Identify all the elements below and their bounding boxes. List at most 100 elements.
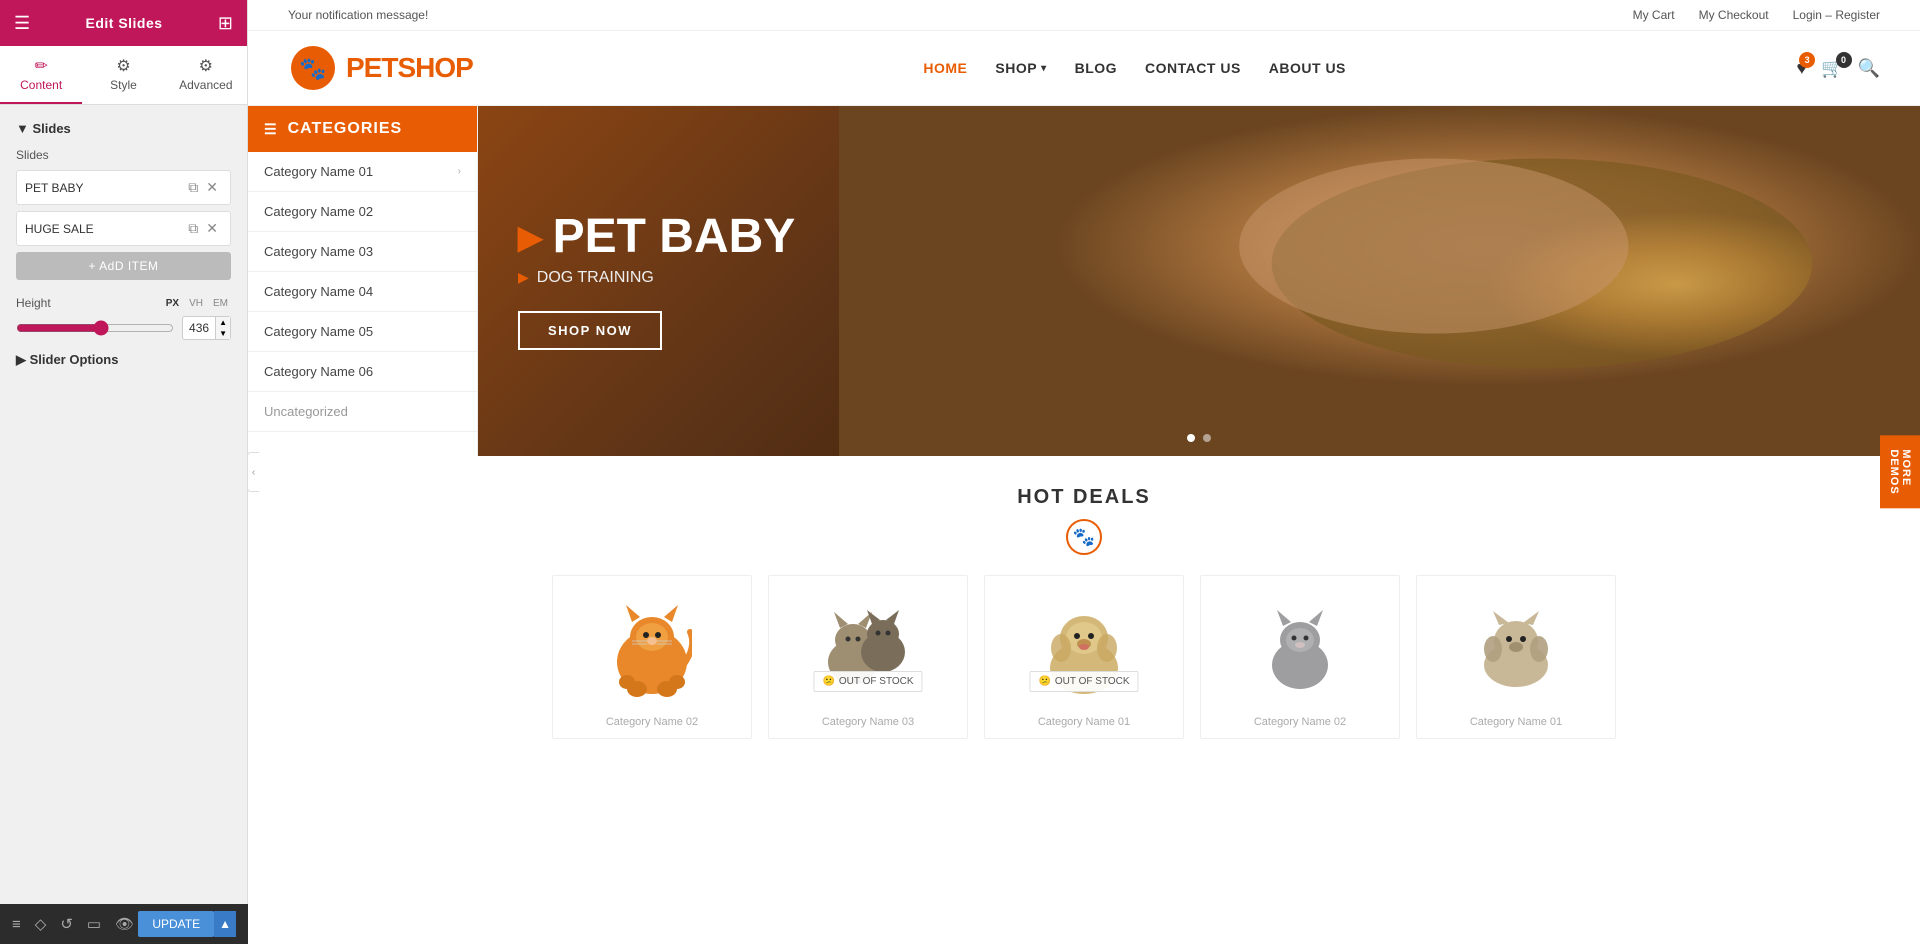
paw-icon: 🐾 [1066, 519, 1102, 555]
slide-copy-button[interactable]: ⧉ [184, 218, 202, 239]
login-register-link[interactable]: Login – Register [1793, 8, 1880, 22]
grid-icon[interactable]: ⊞ [218, 13, 233, 34]
height-value: 436 [183, 319, 215, 337]
collapse-handle[interactable]: ‹ [247, 452, 259, 492]
product-image-area [1427, 592, 1605, 702]
update-btn-group: UPDATE ▲ [138, 911, 236, 937]
hero-dot-2[interactable] [1203, 434, 1211, 442]
my-cart-link[interactable]: My Cart [1633, 8, 1675, 22]
product-image-area [1211, 592, 1389, 702]
logo-text: PETSHOP [346, 52, 473, 84]
product-image [1263, 602, 1338, 692]
shop-arrow-icon: ▾ [1041, 63, 1047, 74]
category-item-2[interactable]: Category Name 02 [248, 192, 477, 232]
style-icon: ⚙ [82, 56, 164, 76]
preview-icon[interactable]: 👁 [115, 915, 134, 933]
height-spin-down[interactable]: ▼ [216, 328, 230, 339]
hot-deals-icon: 🐾 [288, 519, 1880, 555]
more-demos-button[interactable]: MORE DEMOS [1880, 435, 1920, 508]
slide-item: HUGE SALE ⧉ ✕ [16, 211, 231, 246]
category-item-5[interactable]: Category Name 05 [248, 312, 477, 352]
hero-title: ▶ PET BABY [518, 213, 795, 261]
hero-subtitle: ▶ DOG TRAINING [518, 269, 795, 287]
slider-options-header[interactable]: ▶ Slider Options [16, 352, 231, 368]
categories-sidebar: ☰ CATEGORIES Category Name 01 › Category… [248, 106, 478, 456]
hero-dot-1[interactable] [1187, 434, 1195, 442]
nav-contact[interactable]: CONTACT US [1145, 60, 1241, 76]
product-category: Category Name 01 [1038, 716, 1130, 728]
notification-bar: Your notification message! My Cart My Ch… [248, 0, 1920, 31]
oos-label: OUT OF STOCK [1055, 676, 1130, 687]
height-control: Height PX VH EM [16, 296, 231, 310]
my-checkout-link[interactable]: My Checkout [1699, 8, 1769, 22]
category-item-4[interactable]: Category Name 04 [248, 272, 477, 312]
product-card: Category Name 02 [552, 575, 752, 739]
product-category: Category Name 03 [822, 716, 914, 728]
cart-button[interactable]: 🛒 0 [1821, 58, 1843, 79]
search-button[interactable]: 🔍 [1858, 58, 1880, 79]
wishlist-button[interactable]: ♥ 3 [1796, 58, 1807, 79]
oos-icon: 😕 [1038, 676, 1050, 687]
height-unit-vh[interactable]: VH [186, 297, 206, 310]
site-logo[interactable]: 🐾 PETSHOP [288, 43, 473, 93]
history-icon[interactable]: ↺ [60, 915, 73, 933]
category-item-6[interactable]: Category Name 06 [248, 352, 477, 392]
menu-icon: ☰ [264, 121, 278, 138]
hero-content: ▶ PET BABY ▶ DOG TRAINING SHOP NOW [478, 173, 835, 390]
products-grid: Category Name 02 [288, 575, 1880, 739]
slider-options-label: ▶ Slider Options [16, 352, 118, 368]
category-item-3[interactable]: Category Name 03 [248, 232, 477, 272]
oos-label: OUT OF STOCK [839, 676, 914, 687]
shapes-icon[interactable]: ◇ [35, 915, 47, 933]
panel-body: ▼ Slides Slides PET BABY ⧉ ✕ HUGE SALE ⧉… [0, 105, 247, 944]
hot-deals-title: HOT DEALS [288, 486, 1880, 509]
product-image [612, 597, 692, 697]
hot-deals-section: HOT DEALS 🐾 [248, 456, 1920, 769]
site-nav: HOME SHOP ▾ BLOG CONTACT US ABOUT US [923, 60, 1346, 76]
hero-section: ☰ CATEGORIES Category Name 01 › Category… [248, 106, 1920, 456]
add-item-button[interactable]: + AdD ITEM [16, 252, 231, 280]
height-slider[interactable] [16, 320, 174, 336]
update-button[interactable]: UPDATE [138, 911, 214, 937]
main-content: Your notification message! My Cart My Ch… [248, 0, 1920, 944]
nav-blog[interactable]: BLOG [1075, 60, 1117, 76]
hero-dots [1187, 434, 1211, 442]
height-value-box: 436 ▲ ▼ [182, 316, 231, 340]
category-item-1[interactable]: Category Name 01 › [248, 152, 477, 192]
tab-advanced[interactable]: ⚙ Advanced [165, 46, 247, 104]
product-card: Category Name 01 [1416, 575, 1616, 739]
responsive-icon[interactable]: ▭ [87, 915, 101, 933]
slides-section-header[interactable]: ▼ Slides [16, 121, 231, 136]
height-spin-up[interactable]: ▲ [216, 317, 230, 328]
height-unit-px[interactable]: PX [163, 297, 182, 310]
slides-sublabel: Slides [16, 148, 231, 162]
categories-title: CATEGORIES [288, 120, 403, 138]
product-image-area: 😕 OUT OF STOCK [779, 592, 957, 702]
nav-home[interactable]: HOME [923, 60, 967, 76]
nav-shop[interactable]: SHOP ▾ [995, 60, 1046, 76]
slide-item-label: PET BABY [25, 181, 184, 195]
slide-item-label: HUGE SALE [25, 222, 184, 236]
update-dropdown-button[interactable]: ▲ [214, 911, 236, 937]
hero-arrow-icon: ▶ [518, 221, 543, 253]
hamburger-icon[interactable]: ☰ [14, 13, 30, 34]
slide-delete-button[interactable]: ✕ [202, 177, 222, 198]
tab-style[interactable]: ⚙ Style [82, 46, 164, 104]
height-slider-row: 436 ▲ ▼ [16, 316, 231, 340]
hero-sub-arrow-icon: ▶ [518, 269, 529, 286]
layers-icon[interactable]: ≡ [12, 916, 21, 933]
notification-message: Your notification message! [288, 8, 428, 22]
slide-delete-button[interactable]: ✕ [202, 218, 222, 239]
toolbar-icons: ≡ ◇ ↺ ▭ 👁 [12, 915, 134, 933]
hero-cta-button[interactable]: SHOP NOW [518, 311, 662, 350]
height-unit-buttons: PX VH EM [163, 297, 231, 310]
slide-copy-button[interactable]: ⧉ [184, 177, 202, 198]
product-image-area [563, 592, 741, 702]
logo-paw-icon: 🐾 [288, 43, 338, 93]
categories-header: ☰ CATEGORIES [248, 106, 477, 152]
nav-about[interactable]: ABOUT US [1269, 60, 1346, 76]
height-unit-em[interactable]: EM [210, 297, 231, 310]
tab-content[interactable]: ✏ Content [0, 46, 82, 104]
category-item-uncategorized[interactable]: Uncategorized [248, 392, 477, 432]
product-card: Category Name 02 [1200, 575, 1400, 739]
